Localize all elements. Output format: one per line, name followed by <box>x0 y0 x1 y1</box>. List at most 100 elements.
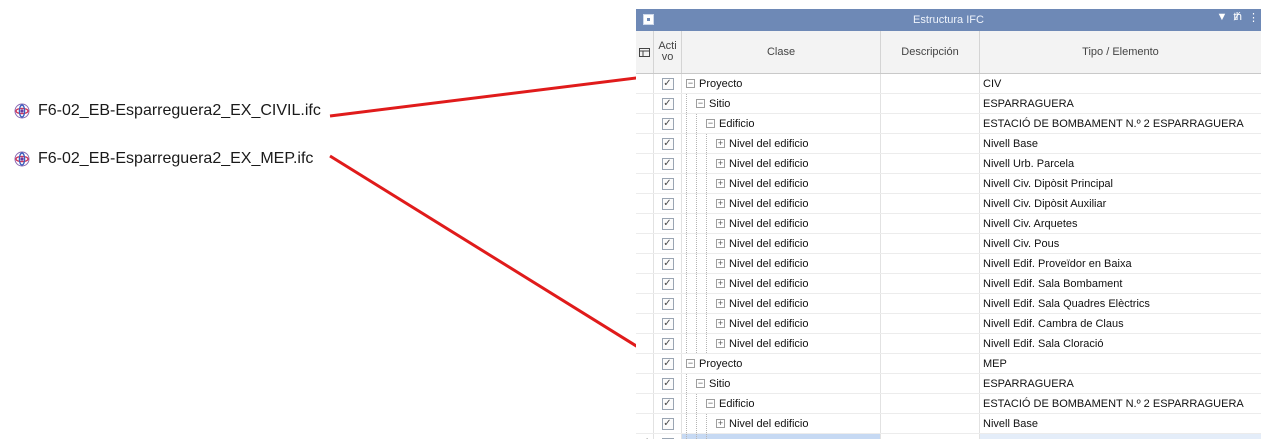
collapse-icon[interactable]: − <box>686 359 695 368</box>
activo-checkbox[interactable]: ✓ <box>661 197 674 210</box>
row-marker <box>636 174 654 193</box>
clase-cell[interactable]: − Edificio <box>682 394 881 413</box>
activo-checkbox[interactable]: ✓ <box>661 337 674 350</box>
table-row[interactable]: ✓ + Nivel del edificio Nivell Base <box>636 134 1261 154</box>
clase-cell[interactable]: − Proyecto <box>682 354 881 373</box>
table-row[interactable]: ✓ + Nivel del edificio Nivell Edif. Proveïd… <box>636 254 1261 274</box>
activo-checkbox[interactable]: ✓ <box>661 177 674 190</box>
clase-cell[interactable]: − Proyecto <box>682 74 881 93</box>
table-row[interactable]: √✓+Nivel del edificio Nivell Instal.lacio… <box>636 434 1261 439</box>
activo-checkbox[interactable]: ✓ <box>661 157 674 170</box>
tree-guide-line <box>686 114 696 133</box>
tree-guide-line <box>696 294 706 313</box>
expand-icon[interactable]: + <box>716 219 725 228</box>
activo-checkbox[interactable]: ✓ <box>661 237 674 250</box>
expand-icon[interactable]: + <box>716 319 725 328</box>
descripcion-cell <box>881 134 980 153</box>
clase-cell[interactable]: +Nivel del edificio <box>682 174 881 193</box>
clase-cell[interactable]: − Sitio <box>682 374 881 393</box>
column-header-descripcion[interactable]: Descripción <box>881 31 980 73</box>
more-icon[interactable]: ⋮ <box>1248 11 1259 24</box>
table-row[interactable]: ✓ − Sitio ESPARRAGUERA <box>636 374 1261 394</box>
table-row[interactable]: ✓ − Sitio ESPARRAGUERA <box>636 94 1261 114</box>
collapse-icon[interactable]: − <box>696 99 705 108</box>
collapse-icon[interactable]: − <box>686 79 695 88</box>
clase-cell[interactable]: − Edificio <box>682 114 881 133</box>
activo-checkbox[interactable]: ✓ <box>661 397 674 410</box>
clase-cell[interactable]: +Nivel del edificio <box>682 294 881 313</box>
column-header-tipo[interactable]: Tipo / Elemento <box>980 31 1261 73</box>
clase-cell[interactable]: +Nivel del edificio <box>682 254 881 273</box>
clase-cell[interactable]: +Nivel del edificio <box>682 134 881 153</box>
dropdown-icon[interactable]: ▼ <box>1216 11 1227 24</box>
table-row[interactable]: ✓ + Nivel del edificio Nivell Base <box>636 414 1261 434</box>
clase-cell[interactable]: +Nivel del edificio <box>682 314 881 333</box>
activo-checkbox[interactable]: ✓ <box>661 357 674 370</box>
table-row[interactable]: ✓ + Nivel del edificio Nivell Edif. Sala Qu… <box>636 294 1261 314</box>
expand-icon[interactable]: + <box>716 419 725 428</box>
expand-icon[interactable]: + <box>716 139 725 148</box>
table-row[interactable]: ✓ + Nivel del edificio Nivell Edif. Cambra … <box>636 314 1261 334</box>
activo-cell: ✓ <box>654 434 682 439</box>
clase-cell[interactable]: +Nivel del edificio <box>682 234 881 253</box>
collapse-icon[interactable]: − <box>706 399 715 408</box>
file-item-civil[interactable]: F6-02_EB-Esparreguera2_EX_CIVIL.ifc <box>14 99 321 123</box>
table-row[interactable]: ✓ + Nivel del edificio Nivell Edif. Sala Bo… <box>636 274 1261 294</box>
table-row[interactable]: ✓ + Nivel del edificio Nivell Civ. Arquetes <box>636 214 1261 234</box>
column-header-clase[interactable]: Clase <box>682 31 881 73</box>
table-row[interactable]: ✓ + Nivel del edificio Nivell Civ. Dipòsit … <box>636 194 1261 214</box>
activo-checkbox[interactable]: ✓ <box>661 277 674 290</box>
clase-cell[interactable]: +Nivel del edificio <box>682 154 881 173</box>
column-header-activo[interactable]: Acti vo <box>654 31 682 73</box>
expand-icon[interactable]: + <box>716 299 725 308</box>
expand-icon[interactable]: + <box>716 159 725 168</box>
table-row[interactable]: ✓ − Proyecto MEP <box>636 354 1261 374</box>
column-chooser-icon[interactable] <box>636 31 654 73</box>
table-row[interactable]: ✓ + Nivel del edificio Nivell Urb. Parcela <box>636 154 1261 174</box>
clase-cell[interactable]: +Nivel del edificio <box>682 214 881 233</box>
clase-cell[interactable]: +Nivel del edificio <box>682 414 881 433</box>
expand-icon[interactable]: + <box>716 339 725 348</box>
table-row[interactable]: ✓ − Edificio ESTACIÓ DE BOMBAMENT N.º 2 ESP… <box>636 114 1261 134</box>
expand-icon[interactable]: + <box>716 239 725 248</box>
collapse-icon[interactable]: − <box>706 119 715 128</box>
tree-guide-line <box>706 194 716 213</box>
activo-checkbox[interactable]: ✓ <box>661 217 674 230</box>
activo-checkbox[interactable]: ✓ <box>661 257 674 270</box>
expand-icon[interactable]: + <box>716 279 725 288</box>
table-row[interactable]: ✓ + Nivel del edificio Nivell Edif. Sala Cl… <box>636 334 1261 354</box>
tree-guide-line <box>706 214 716 233</box>
clase-cell[interactable]: +Nivel del edificio <box>682 434 881 439</box>
clase-cell[interactable]: +Nivel del edificio <box>682 334 881 353</box>
activo-checkbox[interactable]: ✓ <box>661 297 674 310</box>
table-row[interactable]: ✓ + Nivel del edificio Nivell Civ. Dipòsit … <box>636 174 1261 194</box>
activo-checkbox[interactable]: ✓ <box>661 317 674 330</box>
activo-checkbox[interactable]: ✓ <box>661 97 674 110</box>
expand-icon[interactable]: + <box>716 199 725 208</box>
activo-checkbox[interactable]: ✓ <box>661 117 674 130</box>
expand-icon[interactable]: + <box>716 259 725 268</box>
pin-icon[interactable]: ᵺ <box>1233 11 1242 24</box>
descripcion-cell <box>881 74 980 93</box>
activo-cell: ✓ <box>654 174 682 193</box>
clase-cell[interactable]: +Nivel del edificio <box>682 274 881 293</box>
clase-cell[interactable]: − Sitio <box>682 94 881 113</box>
descripcion-cell <box>881 194 980 213</box>
activo-checkbox[interactable]: ✓ <box>661 77 674 90</box>
clase-cell[interactable]: +Nivel del edificio <box>682 194 881 213</box>
activo-checkbox[interactable]: ✓ <box>661 137 674 150</box>
tree-guide-line <box>686 254 696 273</box>
file-item-mep[interactable]: F6-02_EB-Esparreguera2_EX_MEP.ifc <box>14 147 313 171</box>
activo-checkbox[interactable]: ✓ <box>661 377 674 390</box>
activo-cell: ✓ <box>654 134 682 153</box>
expand-icon[interactable]: + <box>716 179 725 188</box>
tree-guide-line <box>686 274 696 293</box>
tree-guide-line <box>706 234 716 253</box>
activo-checkbox[interactable]: ✓ <box>661 417 674 430</box>
table-row[interactable]: ✓ + Nivel del edificio Nivell Civ. Pous <box>636 234 1261 254</box>
table-row[interactable]: ✓ − Proyecto CIV <box>636 74 1261 94</box>
collapse-icon[interactable]: − <box>696 379 705 388</box>
table-row[interactable]: ✓ − Edificio ESTACIÓ DE BOMBAMENT N.º 2 ESP… <box>636 394 1261 414</box>
descripcion-cell <box>881 274 980 293</box>
activo-cell: ✓ <box>654 234 682 253</box>
